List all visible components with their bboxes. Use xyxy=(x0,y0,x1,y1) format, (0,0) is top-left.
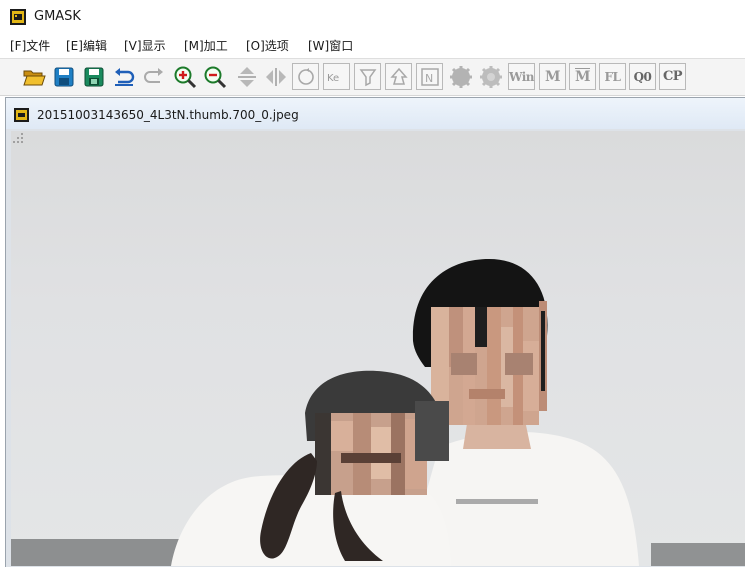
photo-content xyxy=(11,259,745,566)
svg-text:N: N xyxy=(425,72,433,85)
svg-text:Ke: Ke xyxy=(327,73,339,84)
gmask-app-icon xyxy=(10,9,26,25)
flip-vertical-button[interactable] xyxy=(233,63,260,90)
key-button[interactable]: Ke xyxy=(323,63,350,90)
undo-button[interactable] xyxy=(110,63,137,90)
win-button[interactable]: Win xyxy=(508,63,535,90)
save-button[interactable] xyxy=(50,63,77,90)
image-canvas[interactable] xyxy=(11,131,745,566)
negative-icon: N xyxy=(420,67,439,86)
save-as-icon xyxy=(84,67,103,86)
flip-horizontal-button[interactable] xyxy=(262,63,289,90)
menu-options[interactable]: [O]选项 xyxy=(246,38,289,54)
q0-icon: Q0 xyxy=(633,69,652,84)
gear-filled-icon xyxy=(449,65,472,88)
m-bar-icon: M xyxy=(575,68,591,85)
rotate-icon xyxy=(297,67,314,85)
redo-button[interactable] xyxy=(140,63,167,90)
filter-down-icon xyxy=(359,68,376,86)
menu-window[interactable]: [W]窗口 xyxy=(308,38,353,54)
photo-ground-left xyxy=(11,539,181,566)
zoom-out-icon xyxy=(204,66,226,88)
resize-grip-icon[interactable] xyxy=(11,131,25,145)
rotate-button[interactable] xyxy=(292,63,319,90)
app-title: GMASK xyxy=(34,9,81,24)
open-folder-icon xyxy=(22,70,46,85)
photo-ground-right xyxy=(651,543,745,566)
menu-view[interactable]: [V]显示 xyxy=(124,38,166,54)
menu-bar: [F]文件 [E]编辑 [V]显示 [M]加工 [O]选项 [W]窗口 xyxy=(0,34,745,58)
flip-vertical-icon xyxy=(237,66,256,87)
filter-up-button[interactable] xyxy=(385,63,412,90)
win-icon: Win xyxy=(508,69,535,84)
fl-icon: FL xyxy=(604,69,621,84)
filter-up-icon xyxy=(389,67,408,85)
undo-icon xyxy=(114,67,134,86)
zoom-in-icon xyxy=(174,66,196,88)
document-title: 20151003143650_4L3tN.thumb.700_0.jpeg xyxy=(37,108,299,122)
save-as-button[interactable] xyxy=(80,63,107,90)
zoom-out-button[interactable] xyxy=(201,63,228,90)
gear-filled-button[interactable] xyxy=(447,63,474,90)
shirt-print xyxy=(456,499,538,504)
gear-outline-button[interactable] xyxy=(477,63,504,90)
filter-down-button[interactable] xyxy=(354,63,381,90)
m-button[interactable]: M xyxy=(539,63,566,90)
gear-outline-icon xyxy=(479,65,502,88)
image-doc-icon xyxy=(14,108,29,122)
negative-button[interactable]: N xyxy=(416,63,443,90)
m-bar-button[interactable]: M xyxy=(569,63,596,90)
m-icon: M xyxy=(545,68,561,85)
cp-button[interactable]: CP xyxy=(659,63,686,90)
menu-edit[interactable]: [E]编辑 xyxy=(66,38,107,54)
save-icon xyxy=(54,67,73,86)
cp-icon: CP xyxy=(662,69,683,84)
open-button[interactable] xyxy=(20,63,47,90)
key-icon: Ke xyxy=(327,73,339,84)
menu-process[interactable]: [M]加工 xyxy=(184,38,228,54)
flip-horizontal-icon xyxy=(265,67,286,86)
zoom-in-button[interactable] xyxy=(171,63,198,90)
toolbar: Ke N Win M M FL Q0 CP xyxy=(0,58,745,96)
fl-button[interactable]: FL xyxy=(599,63,626,90)
q0-button[interactable]: Q0 xyxy=(629,63,656,90)
document-title-bar[interactable]: 20151003143650_4L3tN.thumb.700_0.jpeg xyxy=(6,98,745,129)
redo-icon xyxy=(143,67,163,83)
title-bar: GMASK xyxy=(0,0,745,34)
woman-face-mosaic xyxy=(315,401,449,495)
menu-file[interactable]: [F]文件 xyxy=(10,38,50,54)
